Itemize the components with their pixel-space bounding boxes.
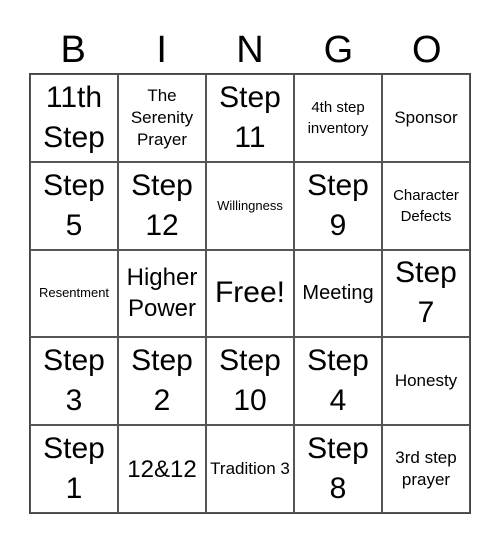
bingo-cell[interactable]: 3rd step prayer — [382, 425, 470, 513]
bingo-cell[interactable]: Resentment — [30, 249, 118, 338]
free-space[interactable]: Free! — [206, 249, 294, 338]
bingo-cell[interactable]: Step 4 — [294, 337, 382, 426]
bingo-card: 11th Step The Serenity Prayer Step 11 4t… — [29, 73, 471, 514]
bingo-cell[interactable]: Step 1 — [30, 425, 118, 513]
bingo-cell[interactable]: 4th step inventory — [294, 74, 382, 162]
bingo-cell[interactable]: Tradition 3 — [206, 425, 294, 513]
bingo-cell[interactable]: Step 5 — [30, 161, 118, 250]
bingo-cell[interactable]: Step 3 — [30, 337, 118, 426]
bingo-cell[interactable]: 11th Step — [30, 74, 118, 162]
bingo-cell[interactable]: Character Defects — [382, 161, 470, 250]
bingo-cell[interactable]: Step 9 — [294, 161, 382, 250]
bingo-cell[interactable]: Step 7 — [382, 249, 470, 338]
header-letter-i: I — [156, 29, 167, 71]
bingo-cell[interactable]: Step 2 — [118, 337, 206, 426]
bingo-cell[interactable]: Meeting — [294, 249, 382, 338]
bingo-cell[interactable]: Higher Power — [118, 249, 206, 338]
bingo-cell[interactable]: Step 10 — [206, 337, 294, 426]
header-letter-g: G — [323, 29, 354, 71]
bingo-cell[interactable]: Honesty — [382, 337, 470, 426]
bingo-cell[interactable]: Step 11 — [206, 74, 294, 162]
bingo-cell[interactable]: Sponsor — [382, 74, 470, 162]
bingo-cell[interactable]: Step 8 — [294, 425, 382, 513]
bingo-cell[interactable]: Step 12 — [118, 161, 206, 250]
header-letter-n: N — [236, 29, 264, 71]
bingo-header: B I N G O — [29, 28, 471, 72]
header-letter-b: B — [60, 29, 86, 71]
bingo-cell[interactable]: Willingness — [206, 161, 294, 250]
header-letter-o: O — [412, 29, 442, 71]
bingo-cell[interactable]: The Serenity Prayer — [118, 74, 206, 162]
bingo-cell[interactable]: 12&12 — [118, 425, 206, 513]
